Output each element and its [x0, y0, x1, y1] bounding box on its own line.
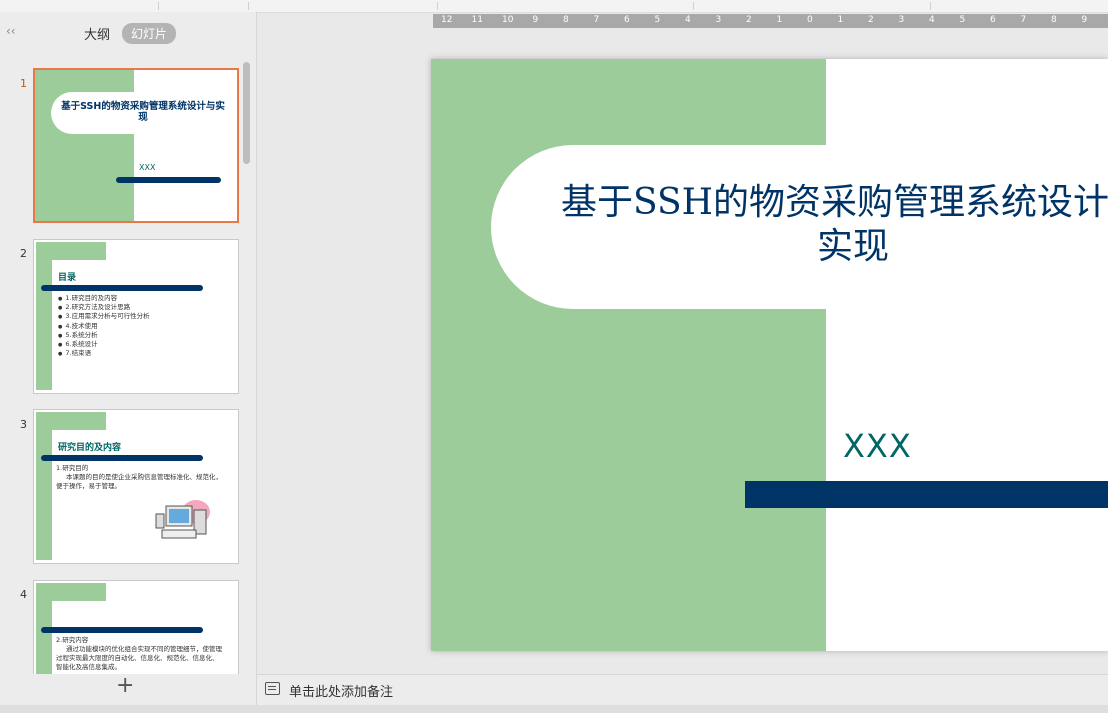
ruler-tick-label: 4 — [929, 15, 935, 25]
ruler-tick-label: 6 — [624, 15, 630, 25]
ruler-tick-label: 0 — [807, 15, 813, 25]
slide-thumbnail-2[interactable]: 目录 1.研究目的及内容2.研究方法及设计思路3.应用需求分析与可行性分析 4.… — [33, 239, 239, 394]
ruler-tick-label: 5 — [959, 15, 966, 25]
slide-thumbnail-3[interactable]: 研究目的及内容 1.研究目的 本课题的目的是使企业采购信息管理标准化、规范化，便… — [33, 409, 239, 564]
slide-number: 3 — [20, 418, 27, 431]
ruler-tick-label: 3 — [715, 15, 722, 25]
thumb-title: 研究目的及内容 — [58, 443, 122, 453]
computer-clipart-icon — [155, 500, 210, 539]
ruler-tick-label: 10 — [502, 15, 514, 25]
slide-thumbnail-1[interactable]: 基于SSH的物资采购管理系统设计与实现 XXX — [33, 68, 239, 223]
ruler-tick-label: 7 — [593, 15, 600, 25]
slide-number: 2 — [20, 247, 27, 260]
slide-thumbnail-list: 1 基于SSH的物资采购管理系统设计与实现 XXX 2 目录 1.研究目的及内容… — [0, 54, 242, 674]
add-slide-button[interactable]: + — [116, 675, 134, 697]
collapse-panel-icon[interactable]: ‹‹ — [6, 24, 16, 38]
thumb-author: XXX — [139, 163, 156, 172]
thumbnail-scrollbar[interactable] — [243, 62, 250, 164]
ruler-tick-label: 11 — [471, 15, 483, 25]
ruler-tick-label: 6 — [990, 15, 996, 25]
ruler-tick-label: 1 — [837, 15, 844, 25]
slide-number: 4 — [20, 588, 27, 601]
horizontal-ruler[interactable]: 12 11 10 9 8 7 6 5 4 3 2 1 0 1 2 3 4 5 6 7 8 9 — [433, 14, 1108, 28]
slide-thumbnail-4[interactable]: 2.研究内容 通过功能模块的优化组合实现不同的管理细节，使管理过程实现最大限度的… — [33, 580, 239, 674]
ruler-tick-label: 8 — [1051, 15, 1057, 25]
main-slide-canvas[interactable]: 基于SSH的物资采购管理系统设计与 实现 XXX — [431, 59, 1108, 651]
thumb-bullet-list: 1.研究目的及内容2.研究方法及设计思路3.应用需求分析与可行性分析 4.技术使… — [58, 294, 149, 358]
ruler-tick-label: 8 — [563, 15, 569, 25]
notes-pane[interactable]: 单击此处添加备注 — [257, 674, 1108, 705]
tab-slides[interactable]: 幻灯片 — [122, 23, 177, 44]
ruler-tick-label: 2 — [746, 15, 752, 25]
ruler-tick-label: 3 — [898, 15, 905, 25]
slide-number: 1 — [20, 77, 27, 90]
slide-title[interactable]: 基于SSH的物资采购管理系统设计与 实现 — [523, 181, 1108, 269]
ruler-tick-label: 9 — [532, 15, 539, 25]
ruler-tick-label: 4 — [685, 15, 691, 25]
slide-subtitle-author[interactable]: XXX — [843, 427, 912, 465]
navy-accent-bar — [745, 481, 1108, 508]
ruler-tick-label: 7 — [1020, 15, 1027, 25]
ruler-tick-label: 12 — [441, 15, 453, 25]
notes-icon — [265, 682, 280, 695]
notes-placeholder[interactable]: 单击此处添加备注 — [289, 681, 393, 700]
status-bar — [0, 705, 1108, 713]
slide-navigation-panel: ‹‹ 大纲 幻灯片 1 基于SSH的物资采购管理系统设计与实现 XXX 2 目录… — [0, 12, 257, 705]
ruler-tick-label: 2 — [868, 15, 874, 25]
ruler-tick-label: 9 — [1081, 15, 1088, 25]
tab-outline[interactable]: 大纲 — [84, 24, 110, 43]
ruler-tick-label: 5 — [654, 15, 661, 25]
thumb-title: 目录 — [58, 273, 77, 283]
ruler-tick-label: 1 — [776, 15, 783, 25]
thumb-title: 基于SSH的物资采购管理系统设计与实现 — [61, 101, 225, 123]
